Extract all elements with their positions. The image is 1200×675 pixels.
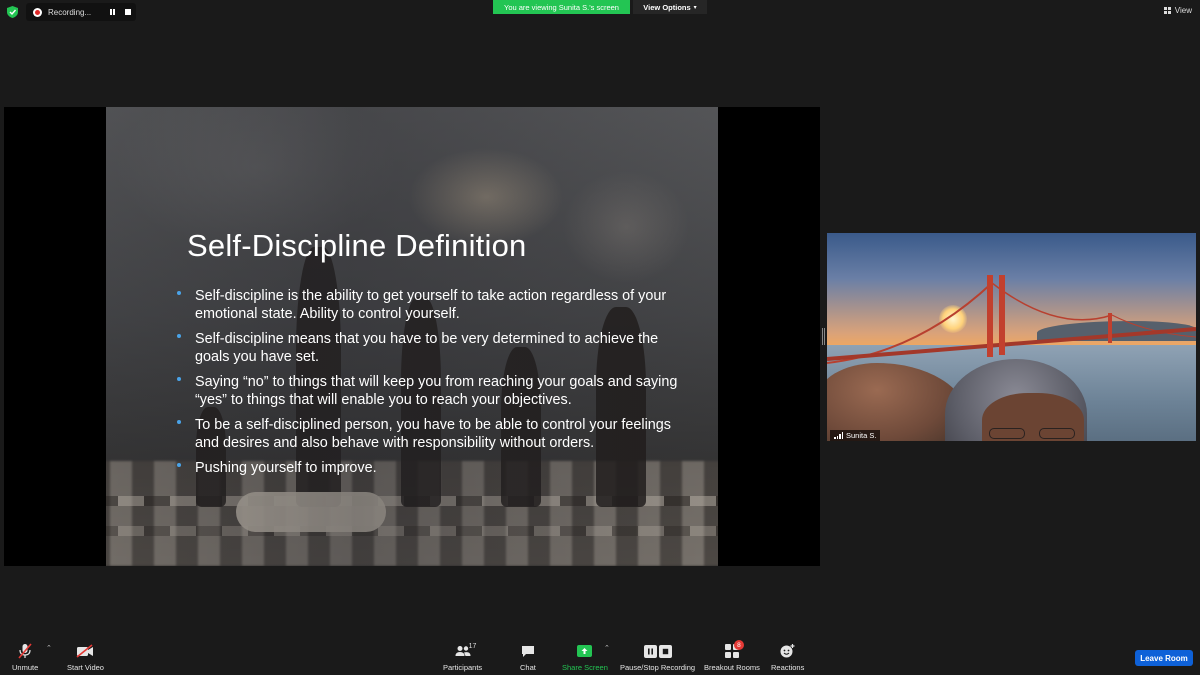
viewing-screen-banner: You are viewing Sunita S.'s screen: [493, 0, 630, 14]
participants-label: Participants: [443, 663, 483, 672]
slide-bullet-list: Self-discipline is the ability to get yo…: [176, 288, 696, 486]
bullet-text: Pushing yourself to improve.: [195, 460, 377, 476]
bullet-dot: [177, 291, 181, 295]
bullet-text: Saying “no” to things that will keep you…: [195, 374, 678, 408]
start-video-label: Start Video: [67, 663, 104, 672]
unmute-button[interactable]: Unmute: [12, 643, 38, 672]
bullet-text: Self-discipline is the ability to get yo…: [195, 288, 667, 322]
leave-room-button[interactable]: Leave Room: [1135, 650, 1193, 666]
audio-options-caret[interactable]: ⌃: [46, 644, 52, 652]
bullet-text: Self-discipline means that you have to b…: [195, 331, 659, 365]
participants-button[interactable]: 17 Participants: [443, 643, 482, 672]
chat-button[interactable]: Chat: [520, 643, 536, 672]
unmute-label: Unmute: [12, 663, 39, 672]
reactions-button[interactable]: Reactions: [771, 643, 804, 672]
pause-recording-button[interactable]: [104, 9, 120, 15]
slide-title: Self-Discipline Definition: [187, 228, 527, 263]
recording-indicator: Recording...: [26, 3, 136, 21]
view-options-label: View Options: [643, 2, 691, 12]
breakout-rooms-icon: 8: [724, 640, 744, 659]
share-screen-button[interactable]: Share Screen: [562, 643, 608, 672]
grid-view-icon: [1163, 7, 1171, 14]
shield-icon[interactable]: [7, 6, 18, 18]
pause-stop-recording-label: Pause/Stop Recording: [620, 663, 696, 672]
slide-bullet: Saying “no” to things that will keep you…: [176, 374, 696, 409]
bridge-tower: [987, 275, 993, 357]
resize-splitter-handle[interactable]: [822, 328, 825, 345]
bullet-text: To be a self-disciplined person, you hav…: [195, 417, 671, 451]
participant-name-tag: Sunita S.: [830, 430, 881, 441]
record-icon: [33, 7, 42, 17]
view-button[interactable]: View: [1163, 6, 1192, 15]
share-screen-icon: [577, 643, 593, 659]
share-options-caret[interactable]: ⌃: [604, 644, 610, 652]
bullet-dot: [177, 463, 181, 467]
breakout-rooms-label: Breakout Rooms: [704, 663, 760, 672]
reactions-icon: [780, 643, 795, 659]
video-off-icon: [76, 643, 94, 659]
recording-label: Recording...: [48, 7, 92, 17]
slide-bullet: Self-discipline is the ability to get yo…: [176, 288, 696, 323]
breakout-rooms-button[interactable]: 8 Breakout Rooms: [704, 640, 760, 672]
share-screen-label: Share Screen: [562, 663, 608, 672]
slide-bullet: To be a self-disciplined person, you hav…: [176, 417, 696, 452]
participant-glasses: [977, 428, 1087, 440]
reactions-label: Reactions: [771, 663, 805, 672]
signal-icon: [834, 432, 843, 439]
bullet-dot: [177, 334, 181, 338]
chevron-down-icon: ▾: [693, 4, 697, 11]
bridge-tower: [1108, 313, 1112, 343]
bullet-dot: [177, 377, 181, 381]
slide-bullet: Self-discipline means that you have to b…: [176, 331, 696, 366]
bridge-tower: [999, 275, 1005, 355]
bullet-dot: [177, 420, 181, 424]
shared-screen[interactable]: Self-Discipline Definition Self-discipli…: [4, 107, 820, 566]
stop-icon: [125, 9, 131, 15]
start-video-button[interactable]: Start Video: [67, 643, 104, 672]
pause-stop-icon: [643, 643, 672, 659]
participants-icon: 17: [455, 643, 476, 659]
meeting-toolbar: Unmute ⌃ Start Video 17 Participants Cha…: [0, 638, 1200, 675]
participants-count: 17: [468, 643, 477, 650]
presentation-slide: Self-Discipline Definition Self-discipli…: [106, 107, 718, 566]
chat-icon: [521, 643, 535, 659]
participant-video-tile[interactable]: [827, 233, 1196, 441]
participant-name: Sunita S.: [846, 431, 877, 440]
pause-icon: [109, 9, 115, 15]
microphone-muted-icon: [18, 643, 32, 659]
pause-stop-recording-button[interactable]: Pause/Stop Recording: [620, 643, 695, 672]
view-options-button[interactable]: View Options ▾: [633, 0, 707, 14]
stop-recording-button[interactable]: [120, 9, 136, 15]
chat-label: Chat: [520, 663, 536, 672]
breakout-rooms-badge: 8: [733, 640, 744, 650]
slide-bullet: Pushing yourself to improve.: [176, 460, 696, 478]
view-label: View: [1174, 6, 1192, 15]
